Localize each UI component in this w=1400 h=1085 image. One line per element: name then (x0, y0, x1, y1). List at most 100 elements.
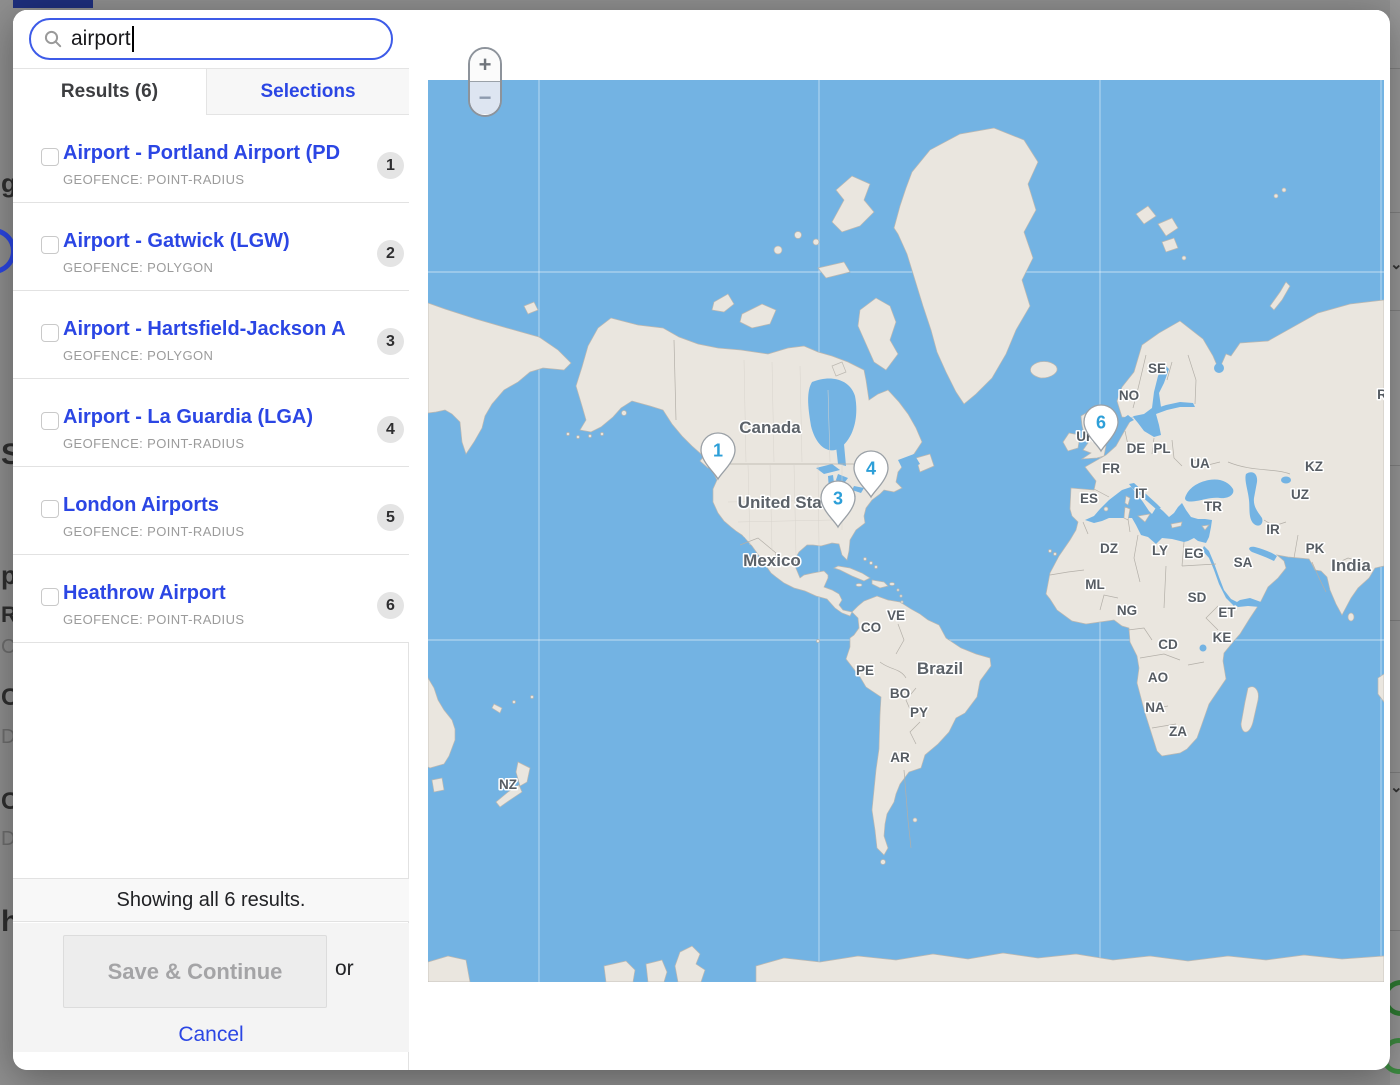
map-label-r: R (1377, 387, 1384, 402)
results-panel: airport Results (6) Selections Airport -… (13, 10, 409, 1070)
map-label-na: NA (1145, 700, 1165, 715)
search-row: airport (13, 10, 409, 68)
map-zoom-control: + − (468, 47, 502, 117)
map-label-eg: EG (1184, 546, 1204, 561)
map-label-dz: DZ (1100, 541, 1118, 556)
map-label-sa: SA (1234, 555, 1253, 570)
map-label-tr: TR (1204, 499, 1222, 514)
result-badge: 3 (377, 328, 404, 355)
map-label-india: India (1331, 556, 1371, 575)
background-text-fragment: g (1, 168, 13, 199)
zoom-out-button[interactable]: − (470, 82, 500, 114)
map-label-py: PY (910, 705, 928, 720)
svg-text:1: 1 (713, 441, 723, 461)
background-header-fragment (13, 0, 93, 8)
map-label-ao: AO (1148, 670, 1168, 685)
background-text-fragment: Ce (1, 636, 13, 659)
result-badge: 2 (377, 240, 404, 267)
result-item: Airport - Hartsfield-Jackson A GEOFENCE:… (13, 291, 409, 379)
result-geofence-type: GEOFENCE: POINT-RADIUS (63, 172, 244, 187)
result-badge: 5 (377, 504, 404, 531)
results-list: Airport - Portland Airport (PD GEOFENCE:… (13, 115, 409, 643)
map-label-de: DE (1127, 441, 1146, 456)
result-badge: 4 (377, 416, 404, 443)
result-checkbox[interactable] (41, 412, 59, 430)
result-title-link[interactable]: Airport - Hartsfield-Jackson A (63, 318, 346, 341)
background-text-fragment: h (1, 905, 13, 939)
results-count-status: Showing all 6 results. (13, 878, 409, 922)
chevron-down-icon: ⌄ (1390, 778, 1400, 796)
world-map[interactable]: CanadaUnited StatesMexicoBrazilIndiaNZCO… (428, 10, 1384, 982)
result-checkbox[interactable] (41, 588, 59, 606)
panel-footer: Save & Continue or Cancel (13, 923, 409, 1052)
result-title-link[interactable]: Heathrow Airport (63, 582, 226, 605)
save-continue-button[interactable]: Save & Continue (63, 935, 327, 1008)
background-text-fragment: De (1, 828, 13, 851)
map-label-mexico: Mexico (743, 551, 801, 570)
map-label-pl: PL (1153, 441, 1170, 456)
geofence-search-modal: airport Results (6) Selections Airport -… (13, 10, 1390, 1070)
background-right-strip: ⌄ ⌄ (1390, 0, 1400, 1085)
background-text-fragment: p (1, 560, 13, 591)
tab-results[interactable]: Results (6) (13, 69, 206, 115)
map-label-brazil: Brazil (917, 659, 963, 678)
result-title-link[interactable]: Airport - Portland Airport (PD (63, 142, 340, 165)
map-label-ar: AR (890, 750, 910, 765)
map-label-ir: IR (1266, 522, 1280, 537)
map-label-bo: BO (890, 686, 910, 701)
svg-text:6: 6 (1096, 413, 1106, 433)
tab-selections[interactable]: Selections (206, 69, 409, 115)
map-label-uz: UZ (1291, 487, 1309, 502)
result-title-link[interactable]: Airport - Gatwick (LGW) (63, 230, 290, 253)
map-label-sd: SD (1188, 590, 1207, 605)
map-label-pe: PE (856, 663, 874, 678)
result-checkbox[interactable] (41, 236, 59, 254)
result-checkbox[interactable] (41, 324, 59, 342)
result-item: Heathrow Airport GEOFENCE: POINT-RADIUS … (13, 555, 409, 643)
result-title-link[interactable]: London Airports (63, 494, 219, 517)
map-label-ng: NG (1117, 603, 1137, 618)
chevron-down-icon: ⌄ (1390, 255, 1400, 273)
search-box[interactable]: airport (29, 18, 393, 60)
result-badge: 1 (377, 152, 404, 179)
result-title-link[interactable]: Airport - La Guardia (LGA) (63, 406, 313, 429)
map-container: CanadaUnited StatesMexicoBrazilIndiaNZCO… (428, 10, 1384, 982)
result-item: Airport - Portland Airport (PD GEOFENCE:… (13, 115, 409, 203)
map-label-es: ES (1080, 491, 1098, 506)
map-label-za: ZA (1169, 724, 1187, 739)
result-item: London Airports GEOFENCE: POINT-RADIUS 5 (13, 467, 409, 555)
result-geofence-type: GEOFENCE: POINT-RADIUS (63, 612, 244, 627)
cancel-link[interactable]: Cancel (13, 1023, 409, 1047)
map-label-pk: PK (1306, 541, 1325, 556)
map-label-ly: LY (1152, 543, 1168, 558)
map-label-fr: FR (1102, 461, 1120, 476)
map-label-ve: VE (887, 608, 905, 623)
map-label-kz: KZ (1305, 459, 1323, 474)
result-badge: 6 (377, 592, 404, 619)
svg-text:3: 3 (833, 489, 843, 509)
result-checkbox[interactable] (41, 500, 59, 518)
map-label-ke: KE (1213, 630, 1232, 645)
result-geofence-type: GEOFENCE: POINT-RADIUS (63, 524, 244, 539)
background-text-fragment: Ca (1, 788, 13, 816)
map-label-ml: ML (1085, 577, 1105, 592)
background-left-strip: g Sp Ru Ce C De Ca De h (0, 0, 13, 1085)
result-item: Airport - La Guardia (LGA) GEOFENCE: POI… (13, 379, 409, 467)
background-text-fragment: De (1, 726, 13, 749)
map-label-nz: NZ (499, 777, 517, 792)
map-label-no: NO (1119, 388, 1139, 403)
tab-bar: Results (6) Selections (13, 68, 409, 115)
map-label-canada: Canada (739, 418, 801, 437)
map-label-se: SE (1148, 361, 1166, 376)
map-label-it: IT (1135, 486, 1148, 501)
result-checkbox[interactable] (41, 148, 59, 166)
background-text-fragment: C (1, 684, 13, 712)
result-geofence-type: GEOFENCE: POINT-RADIUS (63, 436, 244, 451)
background-text-fragment: S (1, 438, 13, 472)
or-label: or (335, 957, 354, 981)
zoom-in-button[interactable]: + (470, 49, 500, 82)
map-label-et: ET (1218, 605, 1236, 620)
search-input[interactable]: airport (71, 27, 131, 51)
background-text-fragment: Ru (1, 602, 13, 628)
map-label-cd: CD (1158, 637, 1178, 652)
